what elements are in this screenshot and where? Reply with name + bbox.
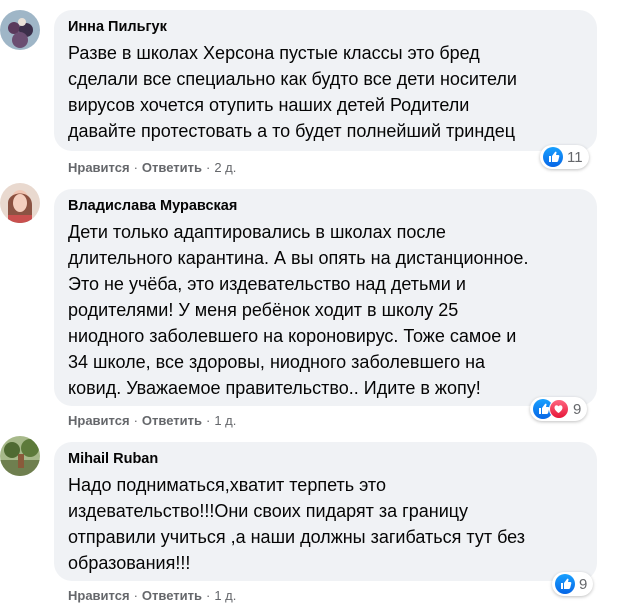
comment-text: Разве в школах Херсона пустые классы это… <box>68 43 517 141</box>
comment-author[interactable]: Инна Пильгук <box>68 18 583 37</box>
like-button[interactable]: Нравится <box>68 588 130 603</box>
reply-button[interactable]: Ответить <box>142 413 202 428</box>
comment-actions: Нравится · Ответить · 1 д. <box>68 413 236 429</box>
comment-author[interactable]: Mihail Ruban <box>68 450 583 469</box>
separator: · <box>205 413 211 428</box>
reaction-summary[interactable]: 11 <box>540 145 589 169</box>
like-button[interactable]: Нравится <box>68 413 130 428</box>
reaction-summary[interactable]: 9 <box>530 397 588 421</box>
reply-button[interactable]: Ответить <box>142 588 202 603</box>
reaction-count: 11 <box>567 148 583 166</box>
like-button[interactable]: Нравится <box>68 160 130 175</box>
reaction-summary[interactable]: 9 <box>552 572 594 596</box>
comment-timestamp[interactable]: 1 д. <box>214 413 236 428</box>
avatar[interactable] <box>0 436 40 476</box>
reaction-count: 9 <box>579 575 588 593</box>
comment-text: Дети только адаптировались в школах посл… <box>68 222 529 398</box>
separator: · <box>133 413 138 428</box>
separator: · <box>205 588 211 603</box>
like-icon <box>543 147 563 167</box>
comment-actions: Нравится · Ответить · 2 д. <box>68 160 236 176</box>
comment-bubble: Владислава Муравская Дети только адаптир… <box>54 189 597 406</box>
comment-bubble: Инна Пильгук Разве в школах Херсона пуст… <box>54 10 597 151</box>
avatar[interactable] <box>0 10 40 50</box>
reply-button[interactable]: Ответить <box>142 160 202 175</box>
comment-bubble: Mihail Ruban Надо подниматься,хватит тер… <box>54 442 597 581</box>
separator: · <box>205 160 211 175</box>
comment-timestamp[interactable]: 2 д. <box>214 160 236 175</box>
separator: · <box>133 588 138 603</box>
like-icon <box>555 574 575 594</box>
comment-actions: Нравится · Ответить · 1 д. <box>68 588 236 604</box>
separator: · <box>133 160 138 175</box>
love-icon <box>549 399 569 419</box>
reaction-count: 9 <box>573 400 582 418</box>
comment-timestamp[interactable]: 1 д. <box>214 588 236 603</box>
comment-text: Надо подниматься,хватит терпеть это изде… <box>68 475 526 573</box>
avatar[interactable] <box>0 183 40 223</box>
comment-author[interactable]: Владислава Муравская <box>68 197 583 216</box>
